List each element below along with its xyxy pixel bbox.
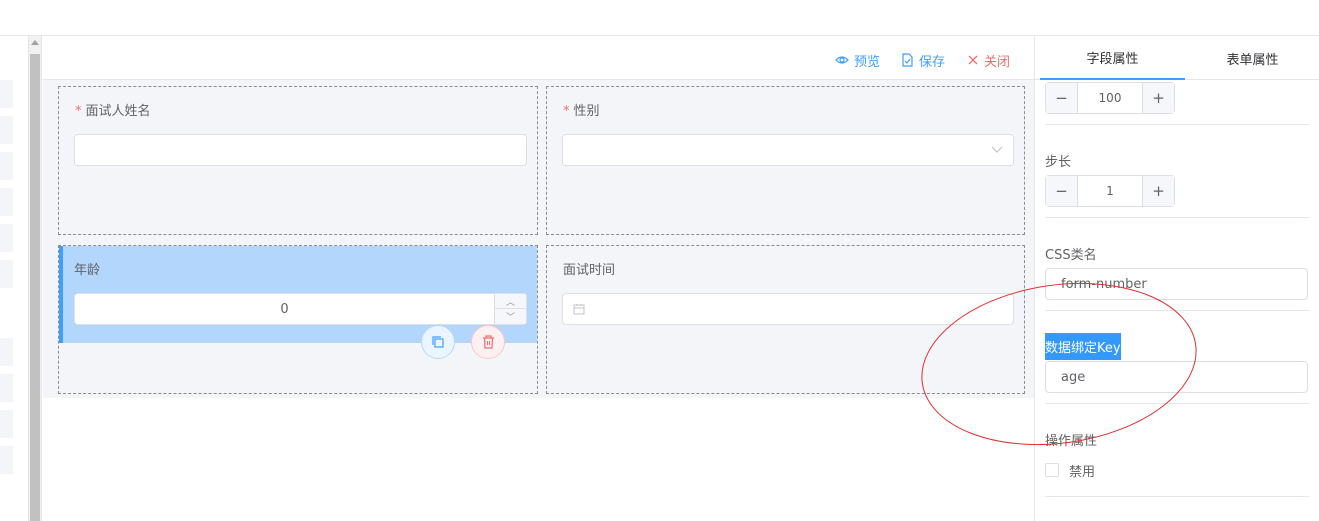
css-class-input[interactable]: form-number — [1045, 268, 1308, 300]
field-label-age: 年龄 — [74, 263, 101, 278]
field-label-interview-time: 面试时间 — [563, 263, 616, 278]
plus-icon[interactable]: + — [1142, 83, 1174, 113]
save-label: 保存 — [919, 54, 946, 70]
css-class-label: CSS类名 — [1045, 248, 1097, 263]
document-save-icon — [902, 53, 913, 67]
selected-field-highlight[interactable]: 年龄 0 ︿ ﹀ — [59, 246, 537, 343]
component-item[interactable] — [0, 152, 13, 180]
step-label: 步长 — [1045, 155, 1072, 170]
component-item[interactable] — [0, 188, 13, 216]
close-button[interactable]: 关闭 — [967, 50, 1010, 70]
component-item[interactable] — [0, 374, 13, 402]
max-value: 100 — [1098, 91, 1122, 105]
operation-properties-label: 操作属性 — [1045, 434, 1098, 449]
top-bar — [0, 0, 1319, 36]
properties-tabs: 字段属性 表单属性 — [1035, 36, 1319, 80]
component-item[interactable] — [0, 338, 13, 366]
minus-icon[interactable]: − — [1046, 83, 1078, 113]
number-spinner: ︿ ﹀ — [494, 294, 526, 324]
decrease-icon[interactable]: ﹀ — [495, 309, 526, 324]
divider — [1045, 124, 1309, 125]
save-button[interactable]: 保存 — [901, 50, 945, 70]
designer-toolbar: 预览 保存 关闭 — [43, 36, 1034, 80]
scroll-up-arrow-icon[interactable] — [31, 40, 39, 45]
tab-field-properties[interactable]: 字段属性 — [1040, 36, 1185, 80]
max-value-stepper[interactable]: − 100 + — [1045, 82, 1175, 114]
required-mark: * — [563, 104, 570, 119]
data-key-label: 数据绑定Key — [1045, 333, 1121, 360]
close-icon — [968, 55, 978, 65]
interviewee-name-input[interactable] — [74, 134, 527, 166]
copy-field-button[interactable] — [421, 325, 455, 359]
disabled-label: 禁用 — [1069, 465, 1096, 480]
form-canvas: * 面试人姓名 * 性别 年龄 0 ︿ ﹀ 面试时间 — [43, 80, 1034, 398]
gender-select[interactable] — [562, 134, 1014, 166]
plus-icon[interactable]: + — [1142, 176, 1174, 206]
field-label-gender: * 性别 — [563, 104, 600, 119]
trash-icon — [482, 335, 494, 349]
form-cell-interviewee-name[interactable]: * 面试人姓名 — [58, 86, 538, 235]
field-label-interviewee-name: * 面试人姓名 — [75, 104, 151, 119]
form-cell-interview-time[interactable]: 面试时间 — [546, 245, 1025, 394]
divider — [1045, 403, 1309, 404]
form-cell-age[interactable]: 年龄 0 ︿ ﹀ — [58, 245, 538, 394]
component-item[interactable] — [0, 260, 13, 288]
delete-field-button[interactable] — [471, 325, 505, 359]
vertical-scrollbar[interactable] — [28, 36, 42, 521]
close-label: 关闭 — [984, 54, 1011, 70]
component-item[interactable] — [0, 224, 13, 252]
copy-icon — [432, 336, 444, 348]
form-designer-canvas-area: 预览 保存 关闭 * 面试人姓名 * 性别 年龄 0 ︿ ﹀ 面试时间 — [43, 36, 1034, 521]
data-key-input[interactable]: age — [1045, 361, 1308, 393]
age-value: 0 — [280, 301, 289, 317]
minus-icon[interactable]: − — [1046, 176, 1078, 206]
step-value: 1 — [1106, 184, 1114, 198]
divider — [1045, 496, 1309, 497]
step-stepper[interactable]: − 1 + — [1045, 175, 1175, 207]
preview-button[interactable]: 预览 — [835, 50, 880, 70]
disabled-checkbox[interactable] — [1045, 463, 1059, 477]
preview-label: 预览 — [854, 54, 881, 70]
component-item[interactable] — [0, 116, 13, 144]
scrollbar-thumb[interactable] — [30, 54, 40, 521]
component-item[interactable] — [0, 446, 13, 474]
component-panel — [0, 36, 28, 521]
component-item[interactable] — [0, 80, 13, 108]
divider — [1045, 217, 1309, 218]
eye-icon — [835, 56, 849, 64]
chevron-down-icon — [991, 146, 1003, 153]
tab-form-properties[interactable]: 表单属性 — [1185, 36, 1319, 80]
increase-icon[interactable]: ︿ — [495, 294, 526, 309]
calendar-icon — [573, 304, 585, 315]
divider — [1045, 310, 1309, 311]
component-item[interactable] — [0, 410, 13, 438]
age-number-input[interactable]: 0 ︿ ﹀ — [74, 293, 527, 325]
interview-time-date-picker[interactable] — [562, 293, 1014, 325]
properties-panel: 字段属性 表单属性 − 100 + 步长 − 1 + CSS类名 form-nu… — [1034, 36, 1319, 521]
form-cell-gender[interactable]: * 性别 — [546, 86, 1025, 235]
required-mark: * — [75, 104, 82, 119]
